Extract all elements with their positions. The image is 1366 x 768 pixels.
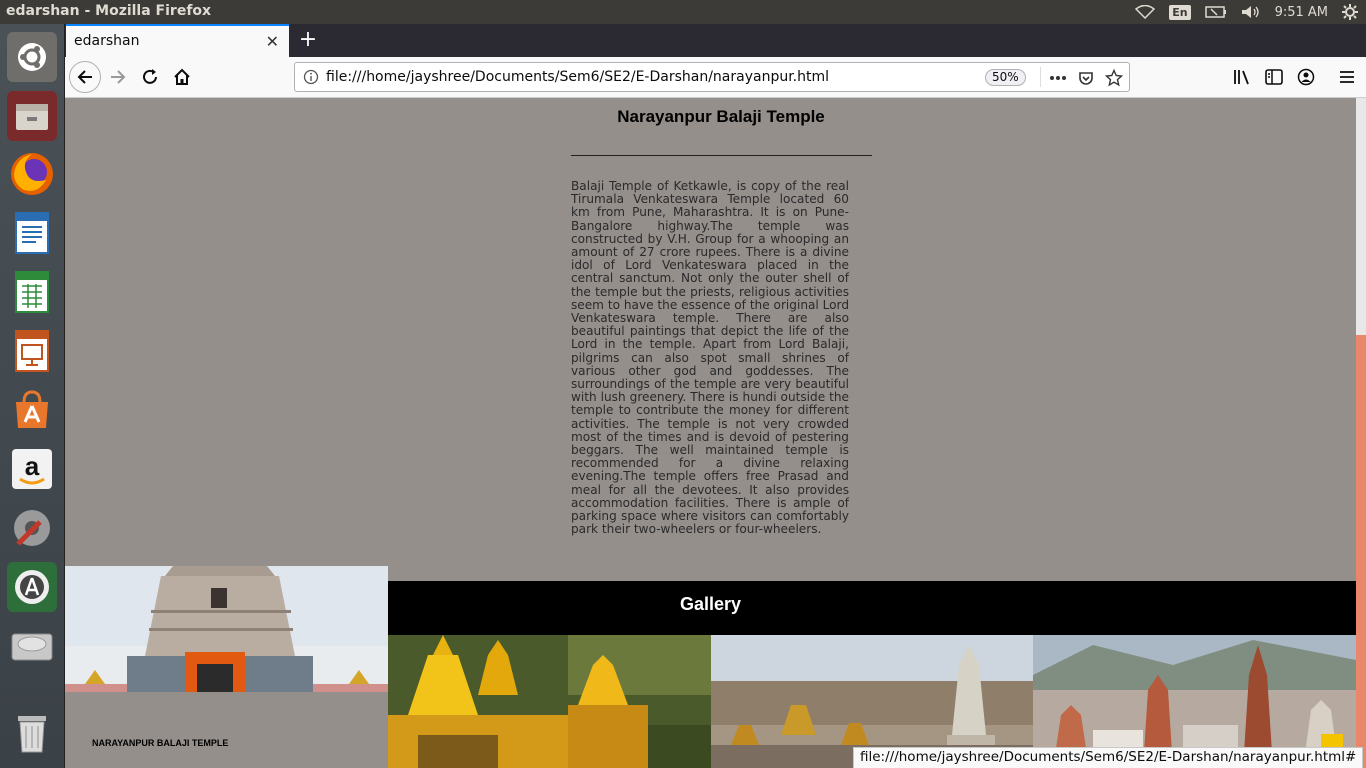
settings-gear-icon[interactable] [1342,4,1358,20]
home-button[interactable] [167,62,197,92]
calc-icon[interactable] [7,267,57,317]
firefox-window: edarshan ✕ + file:///home/jayshree/Docum… [65,24,1366,768]
gallery-header: Gallery [388,581,1356,635]
gallery-title: Gallery [680,594,742,614]
reload-button[interactable] [135,62,165,92]
disk-icon[interactable] [7,621,57,671]
back-button[interactable] [69,61,101,93]
forward-button[interactable] [103,62,133,92]
scrollbar-thumb[interactable] [1356,335,1366,768]
clock[interactable]: 9:51 AM [1275,5,1328,20]
temple-description: Balaji Temple of Ketkawle, is copy of th… [571,179,849,537]
pocket-icon[interactable] [1076,68,1096,88]
system-settings-icon[interactable] [7,503,57,553]
temple-image-caption: NARAYANPUR BALAJI TEMPLE [92,738,229,748]
status-panel-url: file:///home/jayshree/Documents/Sem6/SE2… [853,747,1364,768]
site-info-icon[interactable] [303,69,319,89]
window-title: edarshan - Mozilla Firefox [6,3,212,19]
unity-launcher: a [0,24,65,768]
keyboard-layout-indicator[interactable]: En [1169,4,1191,20]
url-text[interactable]: file:///home/jayshree/Documents/Sem6/SE2… [326,69,829,85]
writer-icon[interactable] [7,208,57,258]
software-updater-icon[interactable] [7,562,57,612]
svg-text:a: a [25,451,40,481]
wifi-icon[interactable] [1135,5,1156,19]
bookmark-star-icon[interactable] [1104,68,1124,88]
web-page-content: Narayanpur Balaji Temple Balaji Temple o… [65,98,1356,768]
page-title: Narayanpur Balaji Temple [617,107,825,126]
url-bar-divider [1040,67,1041,87]
library-icon[interactable] [1227,62,1257,92]
amazon-icon[interactable]: a [7,444,57,494]
files-icon[interactable] [7,91,57,141]
temple-main-image [65,566,388,692]
system-tray: En 9:51 AM [1135,0,1358,24]
volume-icon[interactable] [1241,5,1261,19]
page-scrollbar[interactable] [1356,98,1366,768]
close-tab-icon[interactable]: ✕ [266,32,279,51]
navigation-toolbar: file:///home/jayshree/Documents/Sem6/SE2… [65,57,1366,98]
ubuntu-dash-icon[interactable] [7,32,57,82]
tab-title: edarshan [74,33,140,49]
menu-icon[interactable] [1332,62,1362,92]
impress-icon[interactable] [7,326,57,376]
software-center-icon[interactable] [7,385,57,435]
zoom-level-button[interactable]: 50% [985,69,1026,86]
gallery-image-1[interactable] [388,635,711,768]
sidebar-icon[interactable] [1259,62,1289,92]
system-top-panel: edarshan - Mozilla Firefox En 9:51 AM [0,0,1366,24]
trash-icon[interactable] [7,708,57,758]
battery-icon[interactable] [1204,6,1227,18]
firefox-icon[interactable] [7,149,57,199]
title-divider [571,155,872,156]
account-icon[interactable] [1291,62,1321,92]
url-bar[interactable]: file:///home/jayshree/Documents/Sem6/SE2… [294,62,1130,92]
page-actions-icon[interactable] [1048,68,1068,88]
new-tab-button[interactable]: + [295,27,321,53]
tab-edarshan[interactable]: edarshan ✕ [66,24,289,57]
tab-strip: edarshan ✕ + [65,24,1366,57]
